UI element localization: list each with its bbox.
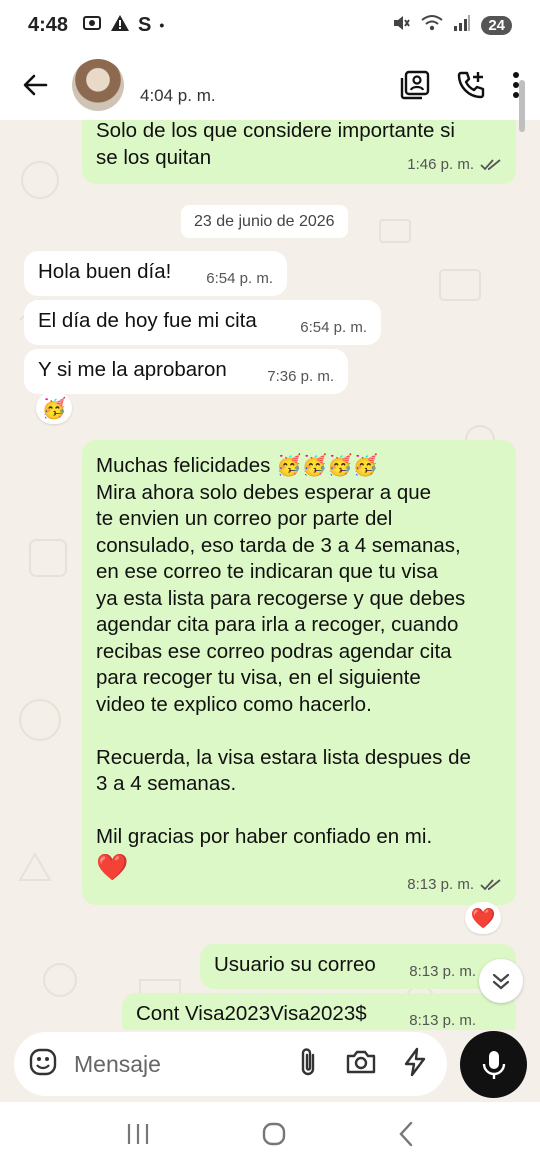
contact-card-icon[interactable]	[400, 70, 430, 100]
back-arrow-icon[interactable]	[0, 50, 70, 120]
message-text: Cont Visa2023Visa2023$	[136, 1002, 367, 1025]
message-time: 6:54 p. m.	[300, 318, 367, 336]
chat-header: 4:04 p. m.	[0, 50, 540, 120]
message-outgoing[interactable]: Muchas felicidades 🥳🥳🥳🥳 Mira ahora solo …	[82, 440, 516, 905]
message-text: te envien un correo por parte del	[96, 507, 393, 530]
message-time: 6:54 p. m.	[206, 269, 273, 287]
system-nav-bar	[0, 1102, 540, 1170]
message-text: agendar cita para irla a recoger, cuando	[96, 613, 459, 636]
scroll-to-bottom-button[interactable]	[479, 959, 523, 1003]
s-app-icon: S	[138, 13, 152, 36]
message-text: Mil gracias por haber confiado en mi.	[96, 825, 433, 848]
message-input[interactable]: Mensaje	[74, 1051, 297, 1078]
message-text: Muchas felicidades 🥳🥳🥳🥳	[96, 454, 379, 477]
chat-area[interactable]: Solo de los que considere importante si …	[0, 120, 540, 1030]
chevron-double-down-icon	[492, 973, 510, 990]
message-time: 1:46 p. m.	[407, 155, 474, 173]
message-time: 8:13 p. m.	[409, 962, 476, 980]
back-icon[interactable]	[397, 1121, 415, 1152]
signal-icon	[453, 14, 471, 37]
reaction-badge[interactable]: 🥳	[36, 392, 72, 424]
message-text: 3 a 4 semanas.	[96, 772, 237, 795]
message-input-bar[interactable]: Mensaje	[14, 1032, 447, 1096]
status-time: 4:48	[28, 13, 69, 36]
emoji-icon[interactable]	[28, 1047, 58, 1082]
message-incoming[interactable]: Y si me la aprobaron 7:36 p. m.	[24, 349, 348, 394]
message-outgoing[interactable]: Solo de los que considere importante si …	[82, 120, 516, 184]
message-text: consulado, eso tarda de 3 a 4 semanas,	[96, 533, 461, 557]
mic-button[interactable]	[460, 1031, 527, 1098]
scrollbar[interactable]	[519, 80, 525, 132]
mic-icon	[482, 1050, 505, 1079]
status-bar: 4:48 S • 24	[0, 0, 540, 50]
avatar[interactable]	[72, 59, 124, 111]
screenshot-icon	[82, 13, 102, 38]
alert-icon	[110, 13, 130, 38]
message-time: 8:13 p. m.	[409, 1011, 476, 1029]
message-incoming[interactable]: Hola buen día! 6:54 p. m.	[24, 251, 287, 296]
message-outgoing[interactable]: Cont Visa2023Visa2023$ 8:13 p. m.	[122, 993, 516, 1030]
message-outgoing[interactable]: Usuario su correo 8:13 p. m.	[200, 944, 516, 989]
double-check-icon	[480, 159, 501, 171]
message-text: para recoger tu visa, en el siguiente	[96, 666, 421, 689]
double-check-icon	[480, 879, 501, 891]
composer: Mensaje	[0, 1030, 540, 1102]
message-incoming[interactable]: El día de hoy fue mi cita 6:54 p. m.	[24, 300, 381, 345]
message-text: ya esta lista para recogerse y que debes	[96, 586, 466, 610]
message-time: 7:36 p. m.	[267, 367, 334, 385]
message-text: Solo de los que considere importante si	[96, 120, 455, 142]
message-text: video te explico como hacerlo.	[96, 692, 372, 716]
add-call-icon[interactable]	[456, 70, 486, 100]
message-text: Y si me la aprobaron	[38, 358, 227, 381]
message-text: Recuerda, la visa estara lista despues d…	[96, 745, 471, 769]
message-text: Usuario su correo	[214, 953, 376, 976]
last-seen[interactable]: 4:04 p. m.	[140, 86, 216, 106]
reaction-badge[interactable]: ❤️	[465, 902, 501, 934]
message-text: recibas ese correo podras agendar cita	[96, 639, 452, 663]
message-text: en ese correo te indicaran que tu visa	[96, 560, 438, 583]
dot-icon: •	[159, 17, 165, 33]
camera-icon[interactable]	[345, 1048, 377, 1081]
bolt-icon[interactable]	[403, 1047, 427, 1082]
wifi-icon	[421, 14, 443, 37]
home-icon[interactable]	[261, 1121, 287, 1152]
attach-icon[interactable]	[297, 1046, 319, 1083]
date-chip: 23 de junio de 2026	[181, 205, 348, 238]
battery-icon: 24	[481, 15, 512, 35]
message-text: Mira ahora solo debes esperar a que	[96, 480, 432, 504]
message-text: Hola buen día!	[38, 260, 172, 283]
recents-icon[interactable]	[125, 1122, 151, 1151]
message-text: El día de hoy fue mi cita	[38, 309, 257, 332]
message-time: 8:13 p. m.	[407, 875, 474, 893]
mute-icon	[391, 13, 411, 38]
